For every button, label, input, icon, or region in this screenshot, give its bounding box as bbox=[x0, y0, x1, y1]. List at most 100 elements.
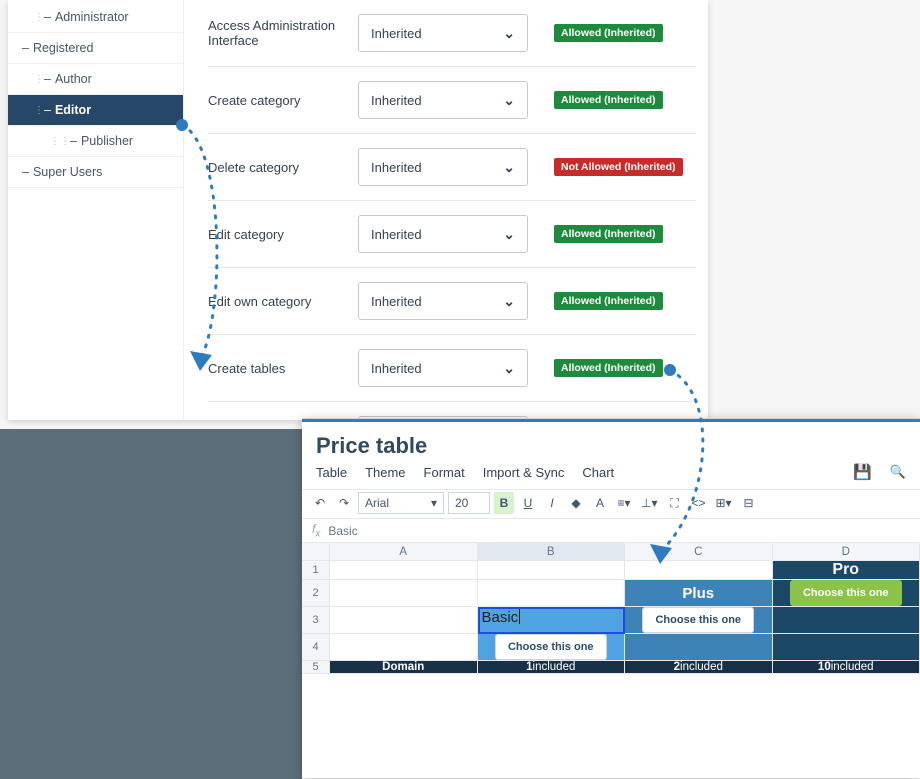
undo-icon[interactable]: ↶ bbox=[310, 492, 330, 514]
cell[interactable]: Choose this one bbox=[773, 580, 920, 607]
choose-button-pro[interactable]: Choose this one bbox=[790, 580, 902, 606]
status-badge: Allowed (Inherited) bbox=[554, 91, 663, 109]
valign-button[interactable]: ⊥▾ bbox=[638, 492, 660, 514]
permission-row: Access Administration InterfaceInherited… bbox=[208, 0, 696, 67]
sidebar-item-label: Administrator bbox=[55, 10, 129, 24]
cell-plan-basic[interactable]: Basic bbox=[478, 607, 626, 634]
status-badge: Not Allowed (Inherited) bbox=[554, 158, 683, 176]
sidebar-item-author[interactable]: ⋮ –Author bbox=[8, 64, 183, 95]
font-size-picker[interactable]: 20 bbox=[448, 492, 490, 514]
text-color-button[interactable]: A bbox=[590, 492, 610, 514]
formula-bar[interactable]: fx Basic bbox=[302, 519, 920, 543]
menu-table[interactable]: Table bbox=[316, 465, 347, 480]
code-icon[interactable]: <> bbox=[688, 492, 708, 514]
font-picker[interactable]: Arial▾ bbox=[358, 492, 444, 514]
cell-plan-pro[interactable]: Pro bbox=[773, 561, 920, 580]
permission-row: Create categoryInherited⌄Allowed (Inheri… bbox=[208, 67, 696, 134]
status-badge: Allowed (Inherited) bbox=[554, 24, 663, 42]
permission-label: Access Administration Interface bbox=[208, 18, 358, 48]
sidebar-item-administrator[interactable]: ⋮ –Administrator bbox=[8, 2, 183, 33]
permission-select[interactable]: Inherited⌄ bbox=[358, 282, 528, 320]
fx-icon: fx bbox=[312, 522, 320, 539]
sheet-title: Price table bbox=[302, 419, 920, 463]
save-icon[interactable]: 💾 bbox=[853, 463, 872, 481]
menu-import[interactable]: Import & Sync bbox=[483, 465, 565, 480]
row-header[interactable]: 4 bbox=[302, 634, 330, 661]
sidebar-item-label: Publisher bbox=[81, 134, 133, 148]
status-badge: Allowed (Inherited) bbox=[554, 292, 663, 310]
cell[interactable] bbox=[625, 634, 773, 661]
spreadsheet-grid: A B C D 1 Pro 2 Plus Choose this one 3 B… bbox=[302, 543, 920, 674]
sheet-menu-bar: Table Theme Format Import & Sync Chart 💾… bbox=[302, 463, 920, 489]
cell[interactable] bbox=[478, 561, 626, 580]
cell[interactable] bbox=[330, 607, 478, 634]
cell[interactable] bbox=[330, 580, 478, 607]
cell-domain-pro[interactable]: 10 included bbox=[773, 661, 920, 674]
fullscreen-icon[interactable]: ⛶ bbox=[664, 492, 684, 514]
align-button[interactable]: ≡▾ bbox=[614, 492, 634, 514]
formula-value: Basic bbox=[328, 524, 357, 538]
chevron-down-icon: ⌄ bbox=[503, 360, 515, 377]
permission-select[interactable]: Inherited⌄ bbox=[358, 14, 528, 52]
choose-button-basic[interactable]: Choose this one bbox=[495, 634, 607, 660]
chevron-down-icon: ⌄ bbox=[503, 293, 515, 310]
bold-button[interactable]: B bbox=[494, 492, 514, 514]
permission-row: Edit categoryInherited⌄Allowed (Inherite… bbox=[208, 201, 696, 268]
sidebar-item-label: Editor bbox=[55, 103, 91, 117]
permission-label: Edit own category bbox=[208, 294, 358, 309]
column-header-b[interactable]: B bbox=[478, 543, 626, 561]
permission-select[interactable]: Inherited⌄ bbox=[358, 215, 528, 253]
sidebar-item-label: Author bbox=[55, 72, 92, 86]
italic-button[interactable]: I bbox=[542, 492, 562, 514]
redo-icon[interactable]: ↷ bbox=[334, 492, 354, 514]
cell[interactable] bbox=[773, 634, 920, 661]
spreadsheet-panel: Price table Table Theme Format Import & … bbox=[302, 418, 920, 778]
sidebar-item-editor[interactable]: ⋮ –Editor bbox=[8, 95, 183, 126]
drag-handle-icon: ⋮ bbox=[34, 74, 40, 85]
permission-label: Delete category bbox=[208, 160, 358, 175]
menu-theme[interactable]: Theme bbox=[365, 465, 405, 480]
cell[interactable] bbox=[330, 561, 478, 580]
sidebar-item-super-users[interactable]: –Super Users bbox=[8, 157, 183, 188]
permissions-list: Access Administration InterfaceInherited… bbox=[184, 0, 708, 420]
cell-domain-plus[interactable]: 2 included bbox=[625, 661, 773, 674]
cell[interactable] bbox=[773, 607, 920, 634]
underline-button[interactable]: U bbox=[518, 492, 538, 514]
cell-plan-plus[interactable]: Plus bbox=[625, 580, 773, 607]
row-header[interactable]: 2 bbox=[302, 580, 330, 607]
row-header[interactable]: 1 bbox=[302, 561, 330, 580]
permission-select[interactable]: Inherited⌄ bbox=[358, 148, 528, 186]
sidebar-item-label: Super Users bbox=[33, 165, 102, 179]
column-header-a[interactable]: A bbox=[330, 543, 478, 561]
chevron-down-icon: ⌄ bbox=[503, 25, 515, 42]
search-icon[interactable]: 🔍 bbox=[890, 464, 906, 480]
row-header[interactable]: 5 bbox=[302, 661, 330, 674]
sidebar-item-publisher[interactable]: ⋮ ⋮ –Publisher bbox=[8, 126, 183, 157]
permission-select[interactable]: Inherited⌄ bbox=[358, 81, 528, 119]
cell[interactable]: Choose this one bbox=[625, 607, 773, 634]
cell[interactable] bbox=[330, 634, 478, 661]
column-header-c[interactable]: C bbox=[625, 543, 773, 561]
sidebar-item-label: Registered bbox=[33, 41, 93, 55]
fill-color-button[interactable]: ◆ bbox=[566, 492, 586, 514]
cell-domain-basic[interactable]: 1 included bbox=[478, 661, 626, 674]
permission-row: Delete categoryInherited⌄ Not Allowed (In… bbox=[208, 134, 696, 201]
menu-chart[interactable]: Chart bbox=[582, 465, 614, 480]
chevron-down-icon: ▾ bbox=[431, 496, 437, 510]
merge-button[interactable]: ⊟ bbox=[739, 492, 759, 514]
drag-handle-icon: ⋮ bbox=[50, 136, 56, 147]
permission-label: Edit category bbox=[208, 227, 358, 242]
choose-button-plus[interactable]: Choose this one bbox=[642, 607, 754, 633]
menu-format[interactable]: Format bbox=[424, 465, 465, 480]
sidebar-item-registered[interactable]: –Registered bbox=[8, 33, 183, 64]
cell[interactable] bbox=[625, 561, 773, 580]
permission-label: Create tables bbox=[208, 361, 358, 376]
border-button[interactable]: ⊞▾ bbox=[713, 492, 735, 514]
cell[interactable] bbox=[478, 580, 626, 607]
chevron-down-icon: ⌄ bbox=[503, 226, 515, 243]
cell[interactable]: Choose this one bbox=[478, 634, 626, 661]
row-header[interactable]: 3 bbox=[302, 607, 330, 634]
cell-domain-label[interactable]: Domain bbox=[330, 661, 478, 674]
column-header-d[interactable]: D bbox=[773, 543, 920, 561]
permission-select[interactable]: Inherited⌄ bbox=[358, 349, 528, 387]
